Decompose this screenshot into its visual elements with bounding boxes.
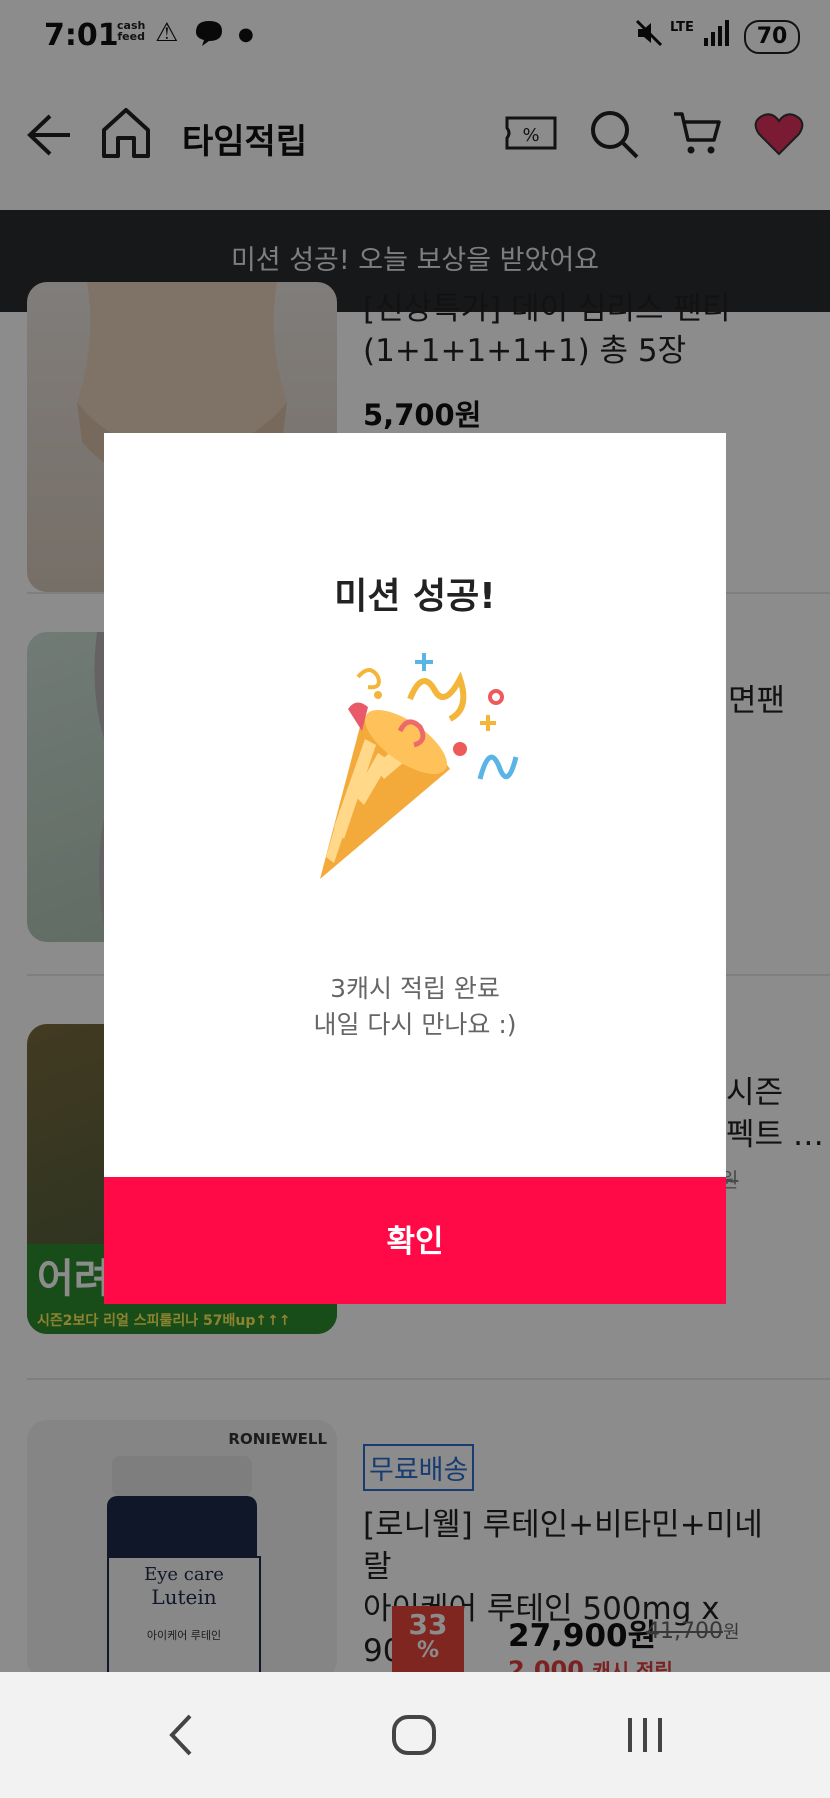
nav-home-icon[interactable] [391,1714,437,1760]
nav-back-icon[interactable] [166,1712,196,1762]
dialog-title: 미션 성공! [334,576,496,617]
dialog-message: 3캐시 적립 완료 내일 다시 만나요 :) [104,971,726,1043]
party-popper-icon [310,649,540,903]
see-you-text: 내일 다시 만나요 :) [313,1010,517,1039]
reward-text: 3캐시 적립 완료 [330,974,500,1003]
system-nav-bar [0,1672,830,1798]
confirm-button[interactable]: 확인 [104,1177,726,1304]
nav-recents-icon[interactable] [624,1714,666,1760]
mission-success-dialog: 미션 성공! 3캐시 적립 완료 내일 다시 만나요 :) 확인 [104,433,726,1304]
